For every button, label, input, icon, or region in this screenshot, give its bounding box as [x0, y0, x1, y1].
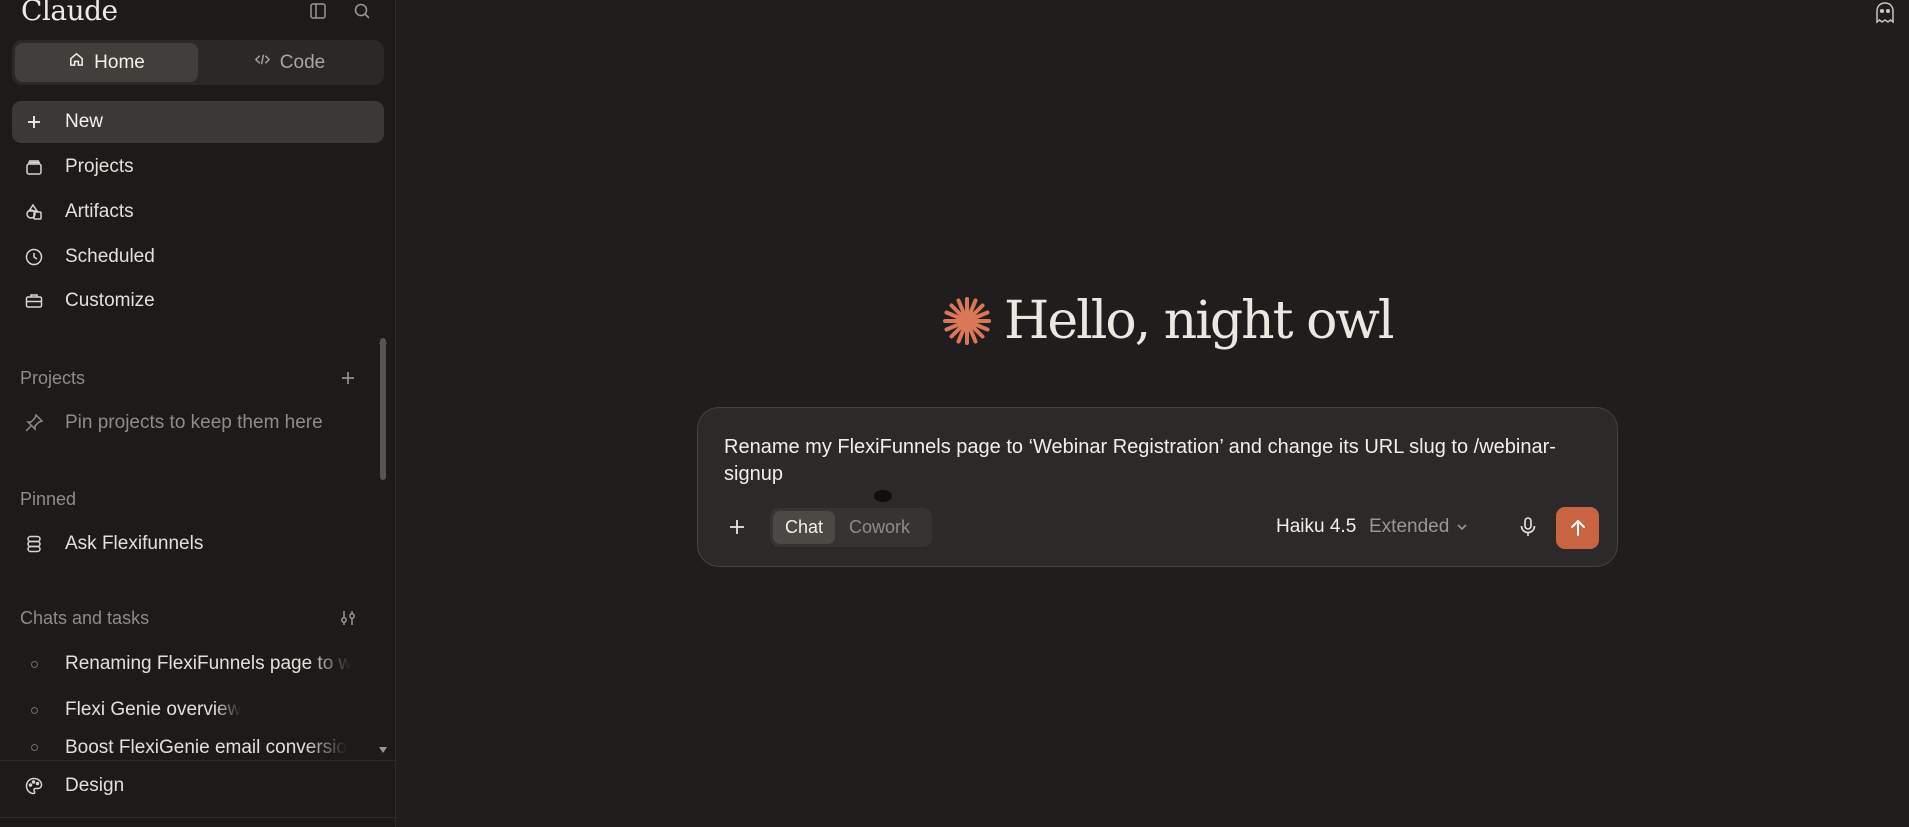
arrow-up-icon	[1570, 520, 1585, 536]
sidebar-item-customize[interactable]: Customize	[12, 280, 384, 322]
toggle-sidebar-icon[interactable]	[307, 0, 329, 22]
chat-item-label: Boost FlexiGenie email conversio	[65, 737, 347, 757]
model-mode-label: Extended	[1369, 516, 1450, 537]
briefcase-icon	[14, 290, 54, 312]
sidebar-item-label: Design	[65, 775, 125, 796]
sidebar-item-design[interactable]: Design	[12, 765, 384, 807]
tab-code-label: Code	[279, 51, 326, 73]
pin-icon	[14, 412, 54, 434]
chevron-down-icon	[1457, 524, 1467, 531]
mode-cowork-button[interactable]: Cowork	[837, 511, 922, 544]
greeting: Hello, night owl	[940, 286, 1395, 356]
pinned-item-ask-flexifunnels[interactable]: Ask Flexifunnels	[12, 523, 384, 565]
sidebar-item-label: Scheduled	[65, 246, 155, 267]
sidebar-item-projects[interactable]: Projects	[12, 146, 384, 188]
voice-button[interactable]	[1510, 509, 1546, 545]
sidebar-item-label: New	[65, 111, 104, 132]
prompt-input[interactable]: Rename my FlexiFunnels page to ‘Webinar …	[724, 434, 1584, 488]
chat-item[interactable]: Renaming FlexiFunnels page to w	[12, 644, 372, 684]
chat-item[interactable]: Flexi Genie overview	[12, 690, 372, 730]
attach-button[interactable]	[718, 508, 756, 546]
chat-mode-switcher: Chat Cowork	[770, 508, 932, 547]
chat-item-label: Flexi Genie overview	[65, 699, 242, 720]
tab-home[interactable]: Home	[15, 43, 198, 82]
sidebar-item-scheduled[interactable]: Scheduled	[12, 236, 384, 278]
claude-spark-icon	[943, 297, 991, 345]
pinned-item-label: Ask Flexifunnels	[65, 533, 204, 554]
projects-placeholder-text: Pin projects to keep them here	[65, 412, 323, 433]
chat-status-dot	[14, 660, 54, 668]
palette-icon	[14, 775, 54, 797]
mouse-cursor	[874, 490, 892, 502]
chats-section-title: Chats and tasks	[20, 608, 150, 628]
plus-icon	[730, 520, 744, 534]
greeting-text: Hello, night owl	[1004, 291, 1395, 351]
plus-icon	[14, 111, 54, 133]
chat-item-label: Renaming FlexiFunnels page to w	[65, 653, 353, 674]
composer: Rename my FlexiFunnels page to ‘Webinar …	[697, 407, 1618, 567]
sidebar-divider	[0, 760, 396, 761]
brand-logo[interactable]: Claude	[21, 0, 118, 27]
sidebar-item-artifacts[interactable]: Artifacts	[12, 191, 384, 233]
home-icon	[68, 51, 85, 74]
add-project-icon[interactable]	[337, 367, 359, 389]
chat-item[interactable]: Boost FlexiGenie email conversio	[12, 735, 372, 757]
chat-status-dot	[14, 737, 54, 751]
ghost-icon[interactable]	[1872, 0, 1898, 26]
sidebar-item-new[interactable]: New	[12, 101, 384, 143]
stack-icon	[14, 533, 54, 555]
search-icon[interactable]	[351, 0, 373, 22]
mode-switcher: Home Code	[12, 40, 384, 85]
projects-placeholder: Pin projects to keep them here	[12, 402, 384, 444]
filter-icon[interactable]	[337, 607, 359, 629]
tab-home-label: Home	[94, 51, 145, 73]
sidebar-item-label: Projects	[65, 156, 134, 177]
artifacts-icon	[14, 201, 54, 223]
sidebar-item-label: Customize	[65, 290, 155, 311]
send-button[interactable]	[1556, 507, 1599, 549]
model-name[interactable]: Haiku 4.5	[1276, 516, 1356, 538]
scroll-down-icon[interactable]	[378, 746, 388, 754]
sidebar-divider	[0, 817, 396, 818]
projects-section-title: Projects	[20, 368, 86, 388]
clock-icon	[14, 246, 54, 268]
mode-chat-button[interactable]: Chat	[773, 511, 836, 544]
projects-icon	[14, 156, 54, 178]
pinned-section-title: Pinned	[20, 489, 77, 509]
sidebar-item-label: Artifacts	[65, 201, 134, 222]
chat-status-dot	[14, 706, 54, 714]
code-icon	[254, 51, 271, 74]
sidebar: Claude Home Code New Projects Artifacts …	[0, 0, 396, 827]
microphone-icon	[1520, 517, 1536, 536]
tab-code[interactable]: Code	[198, 43, 381, 82]
model-mode-dropdown[interactable]: Extended	[1369, 516, 1469, 538]
